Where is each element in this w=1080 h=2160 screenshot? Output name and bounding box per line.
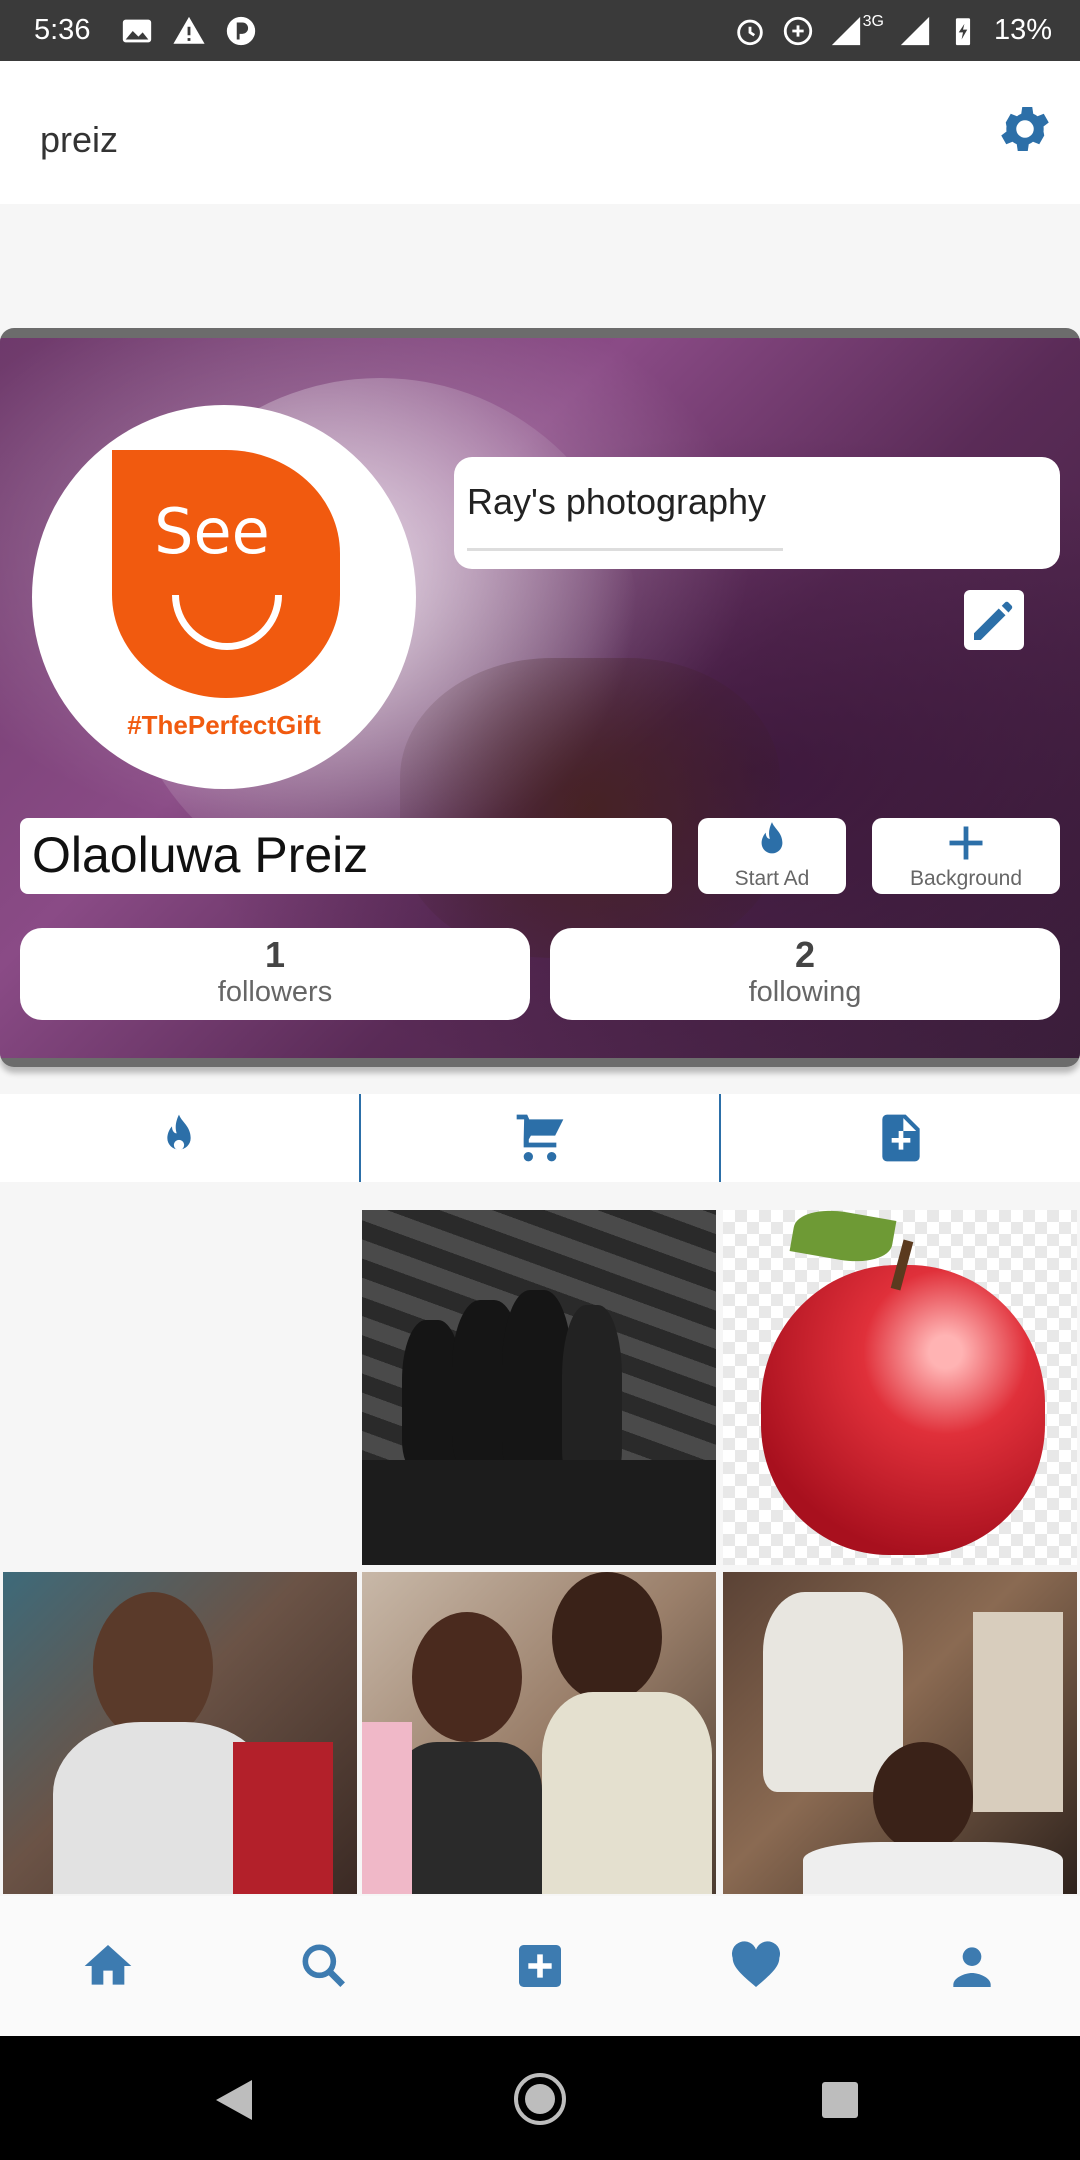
recents-icon[interactable] [822, 2082, 858, 2118]
following-button[interactable]: 2 following [550, 928, 1060, 1020]
photo-grid [0, 1210, 1080, 1894]
search-icon [302, 1944, 345, 1987]
tab-shop[interactable] [358, 1094, 720, 1182]
following-label: following [748, 976, 862, 1008]
logo-mark [112, 450, 340, 698]
gear-icon[interactable] [995, 99, 1055, 159]
photo-apple[interactable] [723, 1210, 1077, 1565]
flame-icon [761, 822, 783, 854]
tab-ads[interactable] [0, 1094, 359, 1182]
gallery-icon [123, 19, 152, 42]
edit-button[interactable] [964, 590, 1024, 650]
cart-icon [516, 1114, 564, 1162]
person-icon [953, 1947, 991, 1987]
home-icon [84, 1945, 132, 1985]
battery-level: 13% [993, 14, 1052, 46]
photo-couple[interactable] [362, 1572, 716, 1894]
status-bar: 5:36 3G 13% [0, 0, 1080, 61]
alarm-icon [736, 19, 763, 45]
nav-profile[interactable] [864, 1896, 1080, 2036]
photo-children-bw[interactable] [362, 1210, 716, 1565]
data-saver-icon [783, 16, 812, 45]
start-ad-button[interactable]: Start Ad [698, 818, 846, 894]
profile-card: See #ThePerfectGift Ray's photography Ol… [0, 328, 1080, 1067]
add-background-button[interactable]: Background [872, 818, 1060, 894]
bottom-navigation [0, 1896, 1080, 2036]
start-ad-label: Start Ad [734, 867, 810, 890]
photo-woman-glasses[interactable] [3, 1572, 357, 1894]
business-name-field[interactable]: Ray's photography [454, 457, 1060, 569]
flame-icon [167, 1114, 191, 1151]
display-name-field[interactable]: Olaoluwa Preiz [20, 818, 672, 894]
tab-documents[interactable] [719, 1094, 1080, 1182]
followers-count: 1 [264, 934, 286, 975]
avatar[interactable]: See #ThePerfectGift [32, 405, 416, 789]
pencil-icon [974, 601, 1013, 640]
app-bar: preiz [0, 61, 1080, 204]
nav-add[interactable] [432, 1896, 648, 2036]
p-app-icon [227, 16, 256, 45]
system-navigation-bar [0, 2036, 1080, 2160]
battery-charging-icon [955, 17, 971, 45]
back-icon[interactable] [216, 2080, 252, 2120]
network-type: 3G [862, 12, 884, 30]
display-name: Olaoluwa Preiz [32, 827, 369, 883]
signal-icon [831, 16, 860, 45]
heart-icon [731, 1941, 781, 1987]
following-count: 2 [794, 934, 816, 975]
signal-bars-icon [900, 16, 930, 45]
warning-icon [173, 16, 206, 44]
profile-tabs [0, 1094, 1080, 1182]
photo-two-men[interactable] [723, 1572, 1077, 1894]
nav-home[interactable] [0, 1896, 216, 2036]
nav-search[interactable] [216, 1896, 432, 2036]
business-name: Ray's photography [467, 481, 767, 522]
plus-icon [949, 826, 983, 860]
followers-button[interactable]: 1 followers [20, 928, 530, 1020]
home-circle-icon[interactable] [514, 2073, 566, 2125]
add-document-icon [882, 1114, 920, 1162]
logo-word: See [154, 495, 270, 568]
background-label: Background [909, 867, 1023, 890]
add-box-icon [519, 1945, 561, 1987]
status-time: 5:36 [34, 14, 91, 46]
app-title: preiz [40, 119, 119, 160]
nav-favorites[interactable] [648, 1896, 864, 2036]
followers-label: followers [217, 976, 333, 1008]
logo-tagline: #ThePerfectGift [127, 710, 321, 740]
